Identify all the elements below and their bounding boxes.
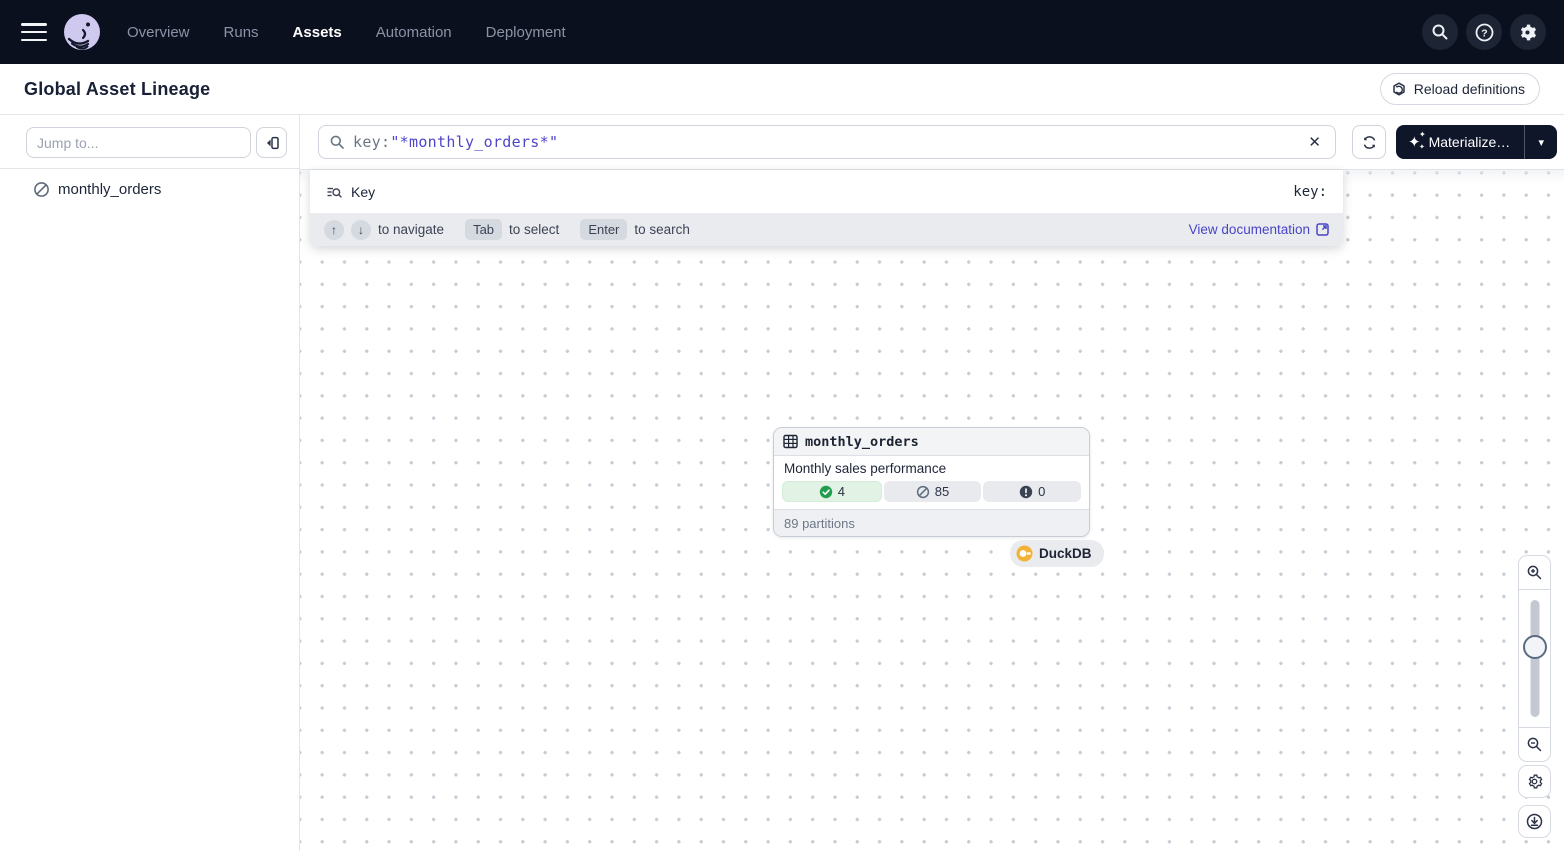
refresh-icon xyxy=(1361,134,1378,151)
filter-attribute-icon xyxy=(326,184,342,200)
view-documentation-link[interactable]: View documentation xyxy=(1189,222,1329,237)
zoom-in-icon xyxy=(1526,564,1543,581)
enter-key-chip: Enter xyxy=(580,219,627,240)
suggestion-syntax-hint: key: xyxy=(1293,184,1327,200)
chevron-down-icon: ▾ xyxy=(1539,136,1545,149)
hint-search: to search xyxy=(634,222,690,237)
exclamation-circle-icon xyxy=(1019,485,1033,499)
hint-navigate: to navigate xyxy=(378,222,444,237)
materialize-button[interactable]: ✦✦✦ Materialize… xyxy=(1396,125,1525,159)
materialized-count: 4 xyxy=(838,484,845,499)
sidebar-asset-label: monthly_orders xyxy=(58,181,161,198)
zoom-out-icon xyxy=(1526,736,1543,753)
partition-status-pills: 4 85 0 xyxy=(774,480,1089,509)
filter-query-value: "*monthly_orders*" xyxy=(390,133,558,151)
search-icon xyxy=(1431,23,1449,41)
help-icon: ? xyxy=(1475,23,1494,42)
lineage-graph-canvas[interactable]: key:"*monthly_orders*" ✕ ✦✦✦ Materialize… xyxy=(300,115,1564,851)
materialize-label: Materialize… xyxy=(1429,134,1511,150)
help-button[interactable]: ? xyxy=(1466,14,1502,50)
top-nav-actions: ? xyxy=(1422,14,1546,50)
unpartitioned-status-icon xyxy=(33,181,50,198)
zoom-out-button[interactable] xyxy=(1519,728,1550,761)
asset-node-title: monthly_orders xyxy=(805,434,919,450)
nav-item-overview[interactable]: Overview xyxy=(127,24,190,41)
nav-item-runs[interactable]: Runs xyxy=(224,24,259,41)
storage-kind-badge: DuckDB xyxy=(1010,540,1104,567)
filter-query-text: key:"*monthly_orders*" xyxy=(353,133,558,151)
graph-settings-button[interactable] xyxy=(1518,765,1551,798)
graph-toolbar-strip: key:"*monthly_orders*" ✕ ✦✦✦ Materialize… xyxy=(300,115,1564,170)
materialized-partitions-pill: 4 xyxy=(782,481,882,502)
asset-lineage-sidebar: monthly_orders xyxy=(0,115,300,851)
global-search-button[interactable] xyxy=(1422,14,1458,50)
zoom-slider-handle[interactable] xyxy=(1523,635,1547,659)
reload-definitions-label: Reload definitions xyxy=(1414,81,1525,97)
nav-item-automation[interactable]: Automation xyxy=(376,24,452,41)
recenter-graph-button[interactable] xyxy=(1518,805,1551,838)
search-suggestions-dropdown: Key key: ↑ ↓ to navigate Tab to select E… xyxy=(310,170,1343,246)
filter-query-prefix: key: xyxy=(353,133,390,151)
nav-item-deployment[interactable]: Deployment xyxy=(486,24,566,41)
duckdb-icon xyxy=(1016,545,1033,562)
nav-item-assets[interactable]: Assets xyxy=(293,24,342,41)
recenter-icon xyxy=(1526,813,1543,830)
check-circle-icon xyxy=(819,485,833,499)
missing-count: 85 xyxy=(935,484,949,499)
materialize-dropdown-button[interactable]: ▾ xyxy=(1525,125,1557,159)
gear-icon xyxy=(1519,23,1538,42)
clear-filter-icon[interactable]: ✕ xyxy=(1304,131,1325,153)
settings-button[interactable] xyxy=(1510,14,1546,50)
refresh-graph-button[interactable] xyxy=(1352,125,1386,159)
asset-node-description: Monthly sales performance xyxy=(774,456,1089,480)
tab-key-chip: Tab xyxy=(465,219,502,240)
page-title: Global Asset Lineage xyxy=(24,79,210,100)
search-hints-bar: ↑ ↓ to navigate Tab to select Enter to s… xyxy=(310,213,1343,246)
missing-partitions-pill: 85 xyxy=(884,481,982,502)
gear-icon xyxy=(1526,773,1543,790)
hint-select: to select xyxy=(509,222,559,237)
storage-kind-label: DuckDB xyxy=(1039,546,1092,561)
reload-icon xyxy=(1391,81,1407,97)
suggestion-row-key[interactable]: Key key: xyxy=(310,170,1343,213)
partitions-count-label: 89 partitions xyxy=(784,516,855,531)
sidebar-toolbar xyxy=(0,115,299,169)
search-icon xyxy=(329,134,345,150)
arrow-down-key-icon: ↓ xyxy=(351,220,371,240)
asset-filter-input[interactable]: key:"*monthly_orders*" ✕ xyxy=(318,125,1336,159)
failed-partitions-pill: 0 xyxy=(983,481,1081,502)
jump-to-input[interactable] xyxy=(26,127,251,158)
svg-text:?: ? xyxy=(1481,27,1487,39)
slash-circle-icon xyxy=(916,485,930,499)
sparkle-icon: ✦✦✦ xyxy=(1408,135,1421,150)
page-header: Global Asset Lineage Reload definitions xyxy=(0,64,1564,115)
failed-count: 0 xyxy=(1038,484,1045,499)
view-documentation-label: View documentation xyxy=(1189,222,1310,237)
asset-node-monthly-orders[interactable]: monthly_orders Monthly sales performance… xyxy=(773,427,1090,537)
asset-node-partitions-footer: 89 partitions xyxy=(774,509,1089,536)
zoom-slider[interactable] xyxy=(1519,589,1550,728)
table-icon xyxy=(783,434,798,449)
top-navigation-bar: Overview Runs Assets Automation Deployme… xyxy=(0,0,1564,64)
zoom-in-button[interactable] xyxy=(1519,556,1550,589)
collapse-sidebar-button[interactable] xyxy=(256,127,287,158)
asset-node-header: monthly_orders xyxy=(774,428,1089,456)
primary-nav-links: Overview Runs Assets Automation Deployme… xyxy=(127,24,566,41)
collapse-panel-icon xyxy=(264,135,280,151)
arrow-up-key-icon: ↑ xyxy=(324,220,344,240)
sidebar-asset-row[interactable]: monthly_orders xyxy=(0,169,299,198)
hamburger-menu-icon[interactable] xyxy=(21,23,47,41)
dagster-logo[interactable] xyxy=(63,13,101,51)
suggestion-label: Key xyxy=(351,184,375,200)
zoom-control-widget xyxy=(1518,555,1551,762)
external-link-icon xyxy=(1316,223,1329,236)
reload-definitions-button[interactable]: Reload definitions xyxy=(1380,73,1540,105)
materialize-split-button: ✦✦✦ Materialize… ▾ xyxy=(1396,125,1557,159)
